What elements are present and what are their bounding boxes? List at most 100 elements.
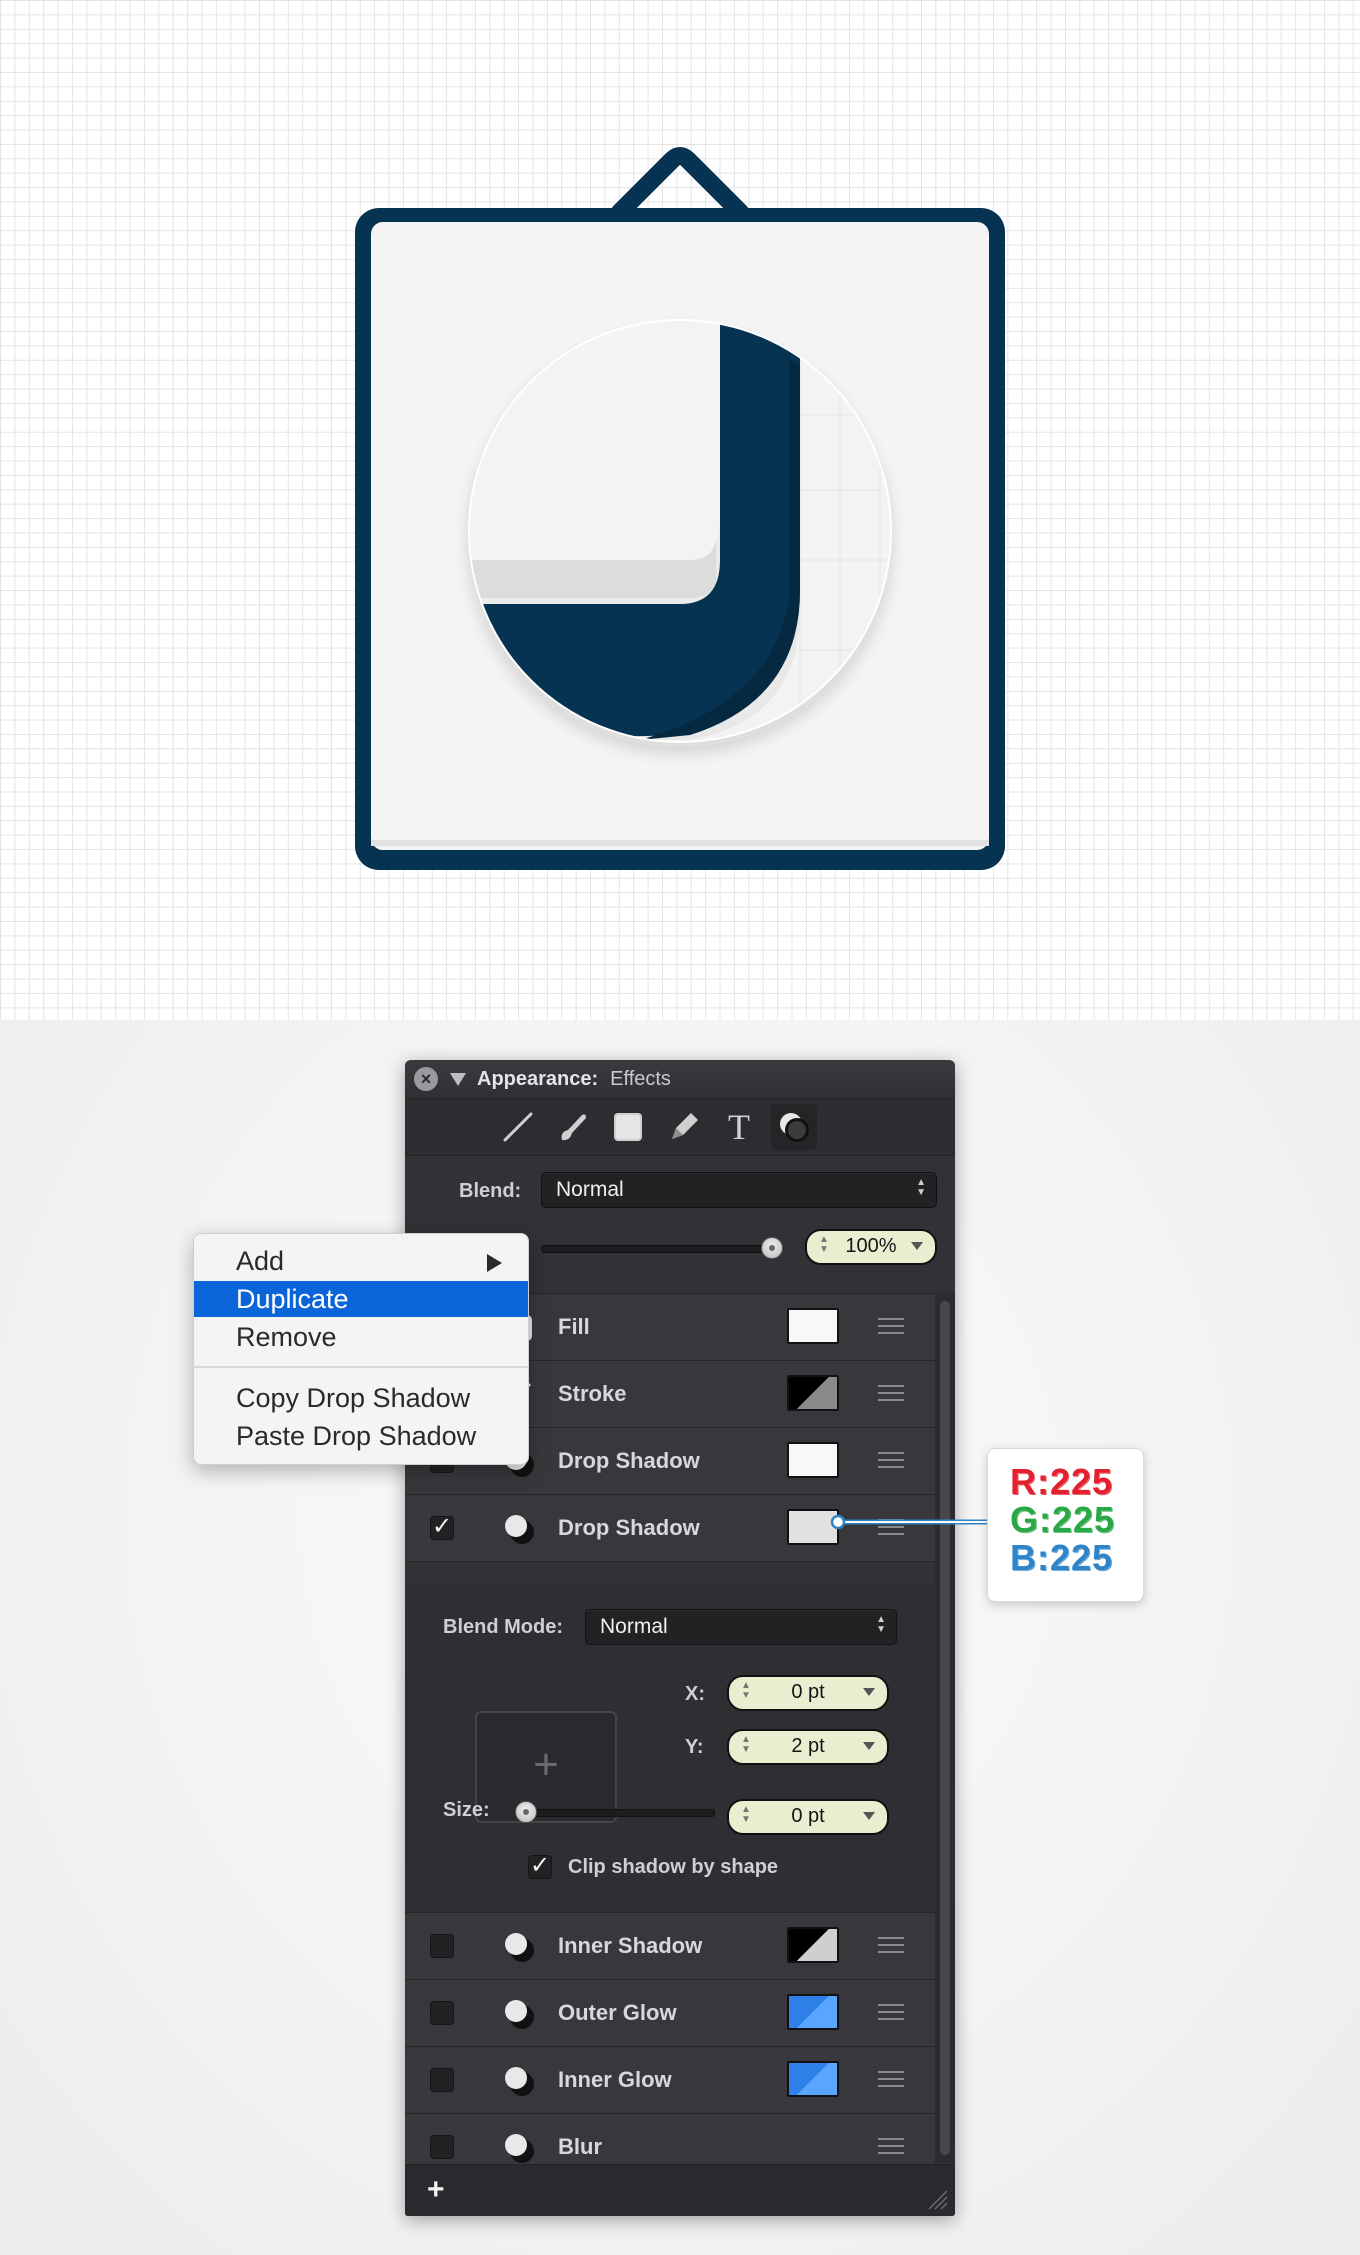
- effect-label: Drop Shadow: [558, 1515, 700, 1540]
- shadow-offset-pad[interactable]: +: [475, 1711, 617, 1823]
- blend-mode-label: Blend Mode:: [443, 1616, 563, 1638]
- effect-label: Inner Glow: [558, 2067, 672, 2092]
- blend-mode-value: Normal: [600, 1615, 668, 1638]
- blend-select-value: Normal: [556, 1178, 624, 1201]
- glow-effect-icon: [500, 2062, 538, 2100]
- menu-separator: [194, 1366, 528, 1368]
- menu-item-paste-drop-shadow[interactable]: Paste Drop Shadow: [194, 1418, 528, 1454]
- blur-effect-icon: [500, 2129, 538, 2167]
- menu-item-remove[interactable]: Remove: [194, 1319, 528, 1355]
- drop-shadow-settings: Blend Mode: Normal ▲ ▼ + X: ▲ ▼ 0 pt Y: ▲ ▼…: [405, 1583, 935, 1911]
- effect-checkbox[interactable]: [430, 2135, 454, 2159]
- dropdown-icon[interactable]: [863, 1742, 875, 1750]
- line-tool-icon[interactable]: [495, 1104, 541, 1150]
- pen-icon[interactable]: [661, 1104, 707, 1150]
- shadow-effect-icon: [500, 1510, 538, 1548]
- blend-label: Blend:: [459, 1180, 522, 1202]
- blend-row: Blend: Normal ▲ ▼: [405, 1172, 955, 1212]
- drag-handle-icon[interactable]: [878, 2004, 904, 2020]
- scrollbar-thumb[interactable]: [940, 1301, 950, 2155]
- menu-item-label: Copy Drop Shadow: [236, 1383, 471, 1413]
- menu-item-label: Duplicate: [236, 1284, 349, 1314]
- drag-handle-icon[interactable]: [878, 2071, 904, 2087]
- clip-shadow-checkbox[interactable]: ✓: [528, 1854, 552, 1879]
- effect-swatch[interactable]: [787, 1509, 839, 1545]
- panel-title: Appearance:: [477, 1067, 599, 1090]
- size-field[interactable]: ▲ ▼ 0 pt: [727, 1799, 889, 1835]
- blend-mode-select[interactable]: Normal ▲ ▼: [585, 1609, 897, 1645]
- opacity-field[interactable]: ▲ ▼ 100%: [805, 1229, 937, 1265]
- effects-icon[interactable]: [771, 1104, 817, 1150]
- effect-label: Drop Shadow: [558, 1448, 700, 1473]
- effect-swatch[interactable]: [787, 2061, 839, 2097]
- add-effect-button[interactable]: +: [427, 2173, 445, 2207]
- drag-handle-icon[interactable]: [878, 1937, 904, 1953]
- effect-swatch[interactable]: [787, 1375, 839, 1411]
- submenu-arrow-icon: [487, 1254, 502, 1272]
- effect-row-outer-glow[interactable]: Outer Glow: [405, 1979, 935, 2047]
- panel-active-tab: Effects: [610, 1067, 671, 1090]
- menu-item-label: Remove: [236, 1322, 337, 1352]
- panel-bottombar: +: [405, 2164, 955, 2216]
- menu-item-label: Paste Drop Shadow: [236, 1421, 477, 1451]
- x-offset-field[interactable]: ▲ ▼ 0 pt: [727, 1675, 889, 1711]
- effect-checkbox[interactable]: [430, 1934, 454, 1958]
- effect-checkbox[interactable]: [430, 2068, 454, 2092]
- panel-titlebar: × Appearance: Effects: [405, 1060, 955, 1098]
- effect-swatch[interactable]: [787, 1994, 839, 2030]
- menu-item-add[interactable]: Add: [194, 1243, 528, 1279]
- effect-label: Fill: [558, 1314, 590, 1339]
- drag-handle-icon[interactable]: [878, 1519, 904, 1535]
- effect-label: Stroke: [558, 1381, 627, 1406]
- hanger-shape: [611, 147, 749, 221]
- opacity-slider-track[interactable]: [541, 1245, 775, 1253]
- effect-row-drop-shadow-selected[interactable]: ✓ Drop Shadow: [405, 1494, 935, 1562]
- select-arrows-icon: ▲ ▼: [916, 1177, 926, 1198]
- rgb-callout: R:225 G:225 B:225: [987, 1448, 1144, 1602]
- menu-item-duplicate[interactable]: Duplicate: [194, 1281, 528, 1317]
- size-slider-track[interactable]: [515, 1809, 715, 1817]
- crosshair-icon: +: [533, 1740, 559, 1789]
- menu-item-copy-drop-shadow[interactable]: Copy Drop Shadow: [194, 1380, 528, 1416]
- close-icon[interactable]: ×: [414, 1067, 438, 1091]
- y-label: Y:: [685, 1736, 704, 1758]
- dropdown-icon[interactable]: [863, 1812, 875, 1820]
- dropdown-icon[interactable]: [911, 1242, 923, 1250]
- effect-checkbox[interactable]: ✓: [430, 1515, 454, 1540]
- drag-handle-icon[interactable]: [878, 1318, 904, 1334]
- brush-icon[interactable]: [550, 1104, 596, 1150]
- drag-handle-icon[interactable]: [878, 2138, 904, 2154]
- menu-item-label: Add: [236, 1246, 285, 1276]
- size-label: Size:: [443, 1799, 490, 1821]
- drag-handle-icon[interactable]: [878, 1385, 904, 1401]
- opacity-slider-knob[interactable]: [761, 1237, 783, 1259]
- effect-swatch[interactable]: [787, 1442, 839, 1478]
- drag-handle-icon[interactable]: [878, 1452, 904, 1468]
- text-tool-icon[interactable]: T: [716, 1104, 762, 1150]
- disclosure-triangle-icon[interactable]: [450, 1072, 466, 1086]
- effect-swatch[interactable]: [787, 1927, 839, 1963]
- effect-row-inner-shadow[interactable]: Inner Shadow: [405, 1912, 935, 1980]
- select-arrows-icon: ▲ ▼: [876, 1614, 886, 1635]
- x-label: X:: [685, 1683, 705, 1705]
- effect-row-inner-glow[interactable]: Inner Glow: [405, 2046, 935, 2114]
- blend-select[interactable]: Normal ▲ ▼: [541, 1172, 937, 1208]
- effects-scrollbar[interactable]: [935, 1293, 955, 2163]
- clip-shadow-label: Clip shadow by shape: [568, 1856, 779, 1878]
- panel-toolbar: T: [405, 1098, 955, 1156]
- shape-icon[interactable]: [605, 1104, 651, 1150]
- effect-swatch[interactable]: [787, 1308, 839, 1344]
- y-offset-field[interactable]: ▲ ▼ 2 pt: [727, 1729, 889, 1765]
- green-value: G:225: [1010, 1499, 1116, 1540]
- glow-effect-icon: [500, 1995, 538, 2033]
- size-slider-knob[interactable]: [515, 1801, 537, 1823]
- red-value: R:225: [1010, 1461, 1114, 1502]
- calendar-illustration: [355, 147, 1005, 870]
- effect-checkbox[interactable]: [430, 2001, 454, 2025]
- effect-label: Inner Shadow: [558, 1933, 703, 1958]
- effect-label: Outer Glow: [558, 2000, 677, 2025]
- dropdown-icon[interactable]: [863, 1688, 875, 1696]
- blue-value: B:225: [1010, 1537, 1114, 1578]
- resize-grip-icon[interactable]: [927, 2189, 949, 2211]
- context-menu: Add Duplicate Remove Copy Drop Shadow Pa…: [193, 1233, 529, 1465]
